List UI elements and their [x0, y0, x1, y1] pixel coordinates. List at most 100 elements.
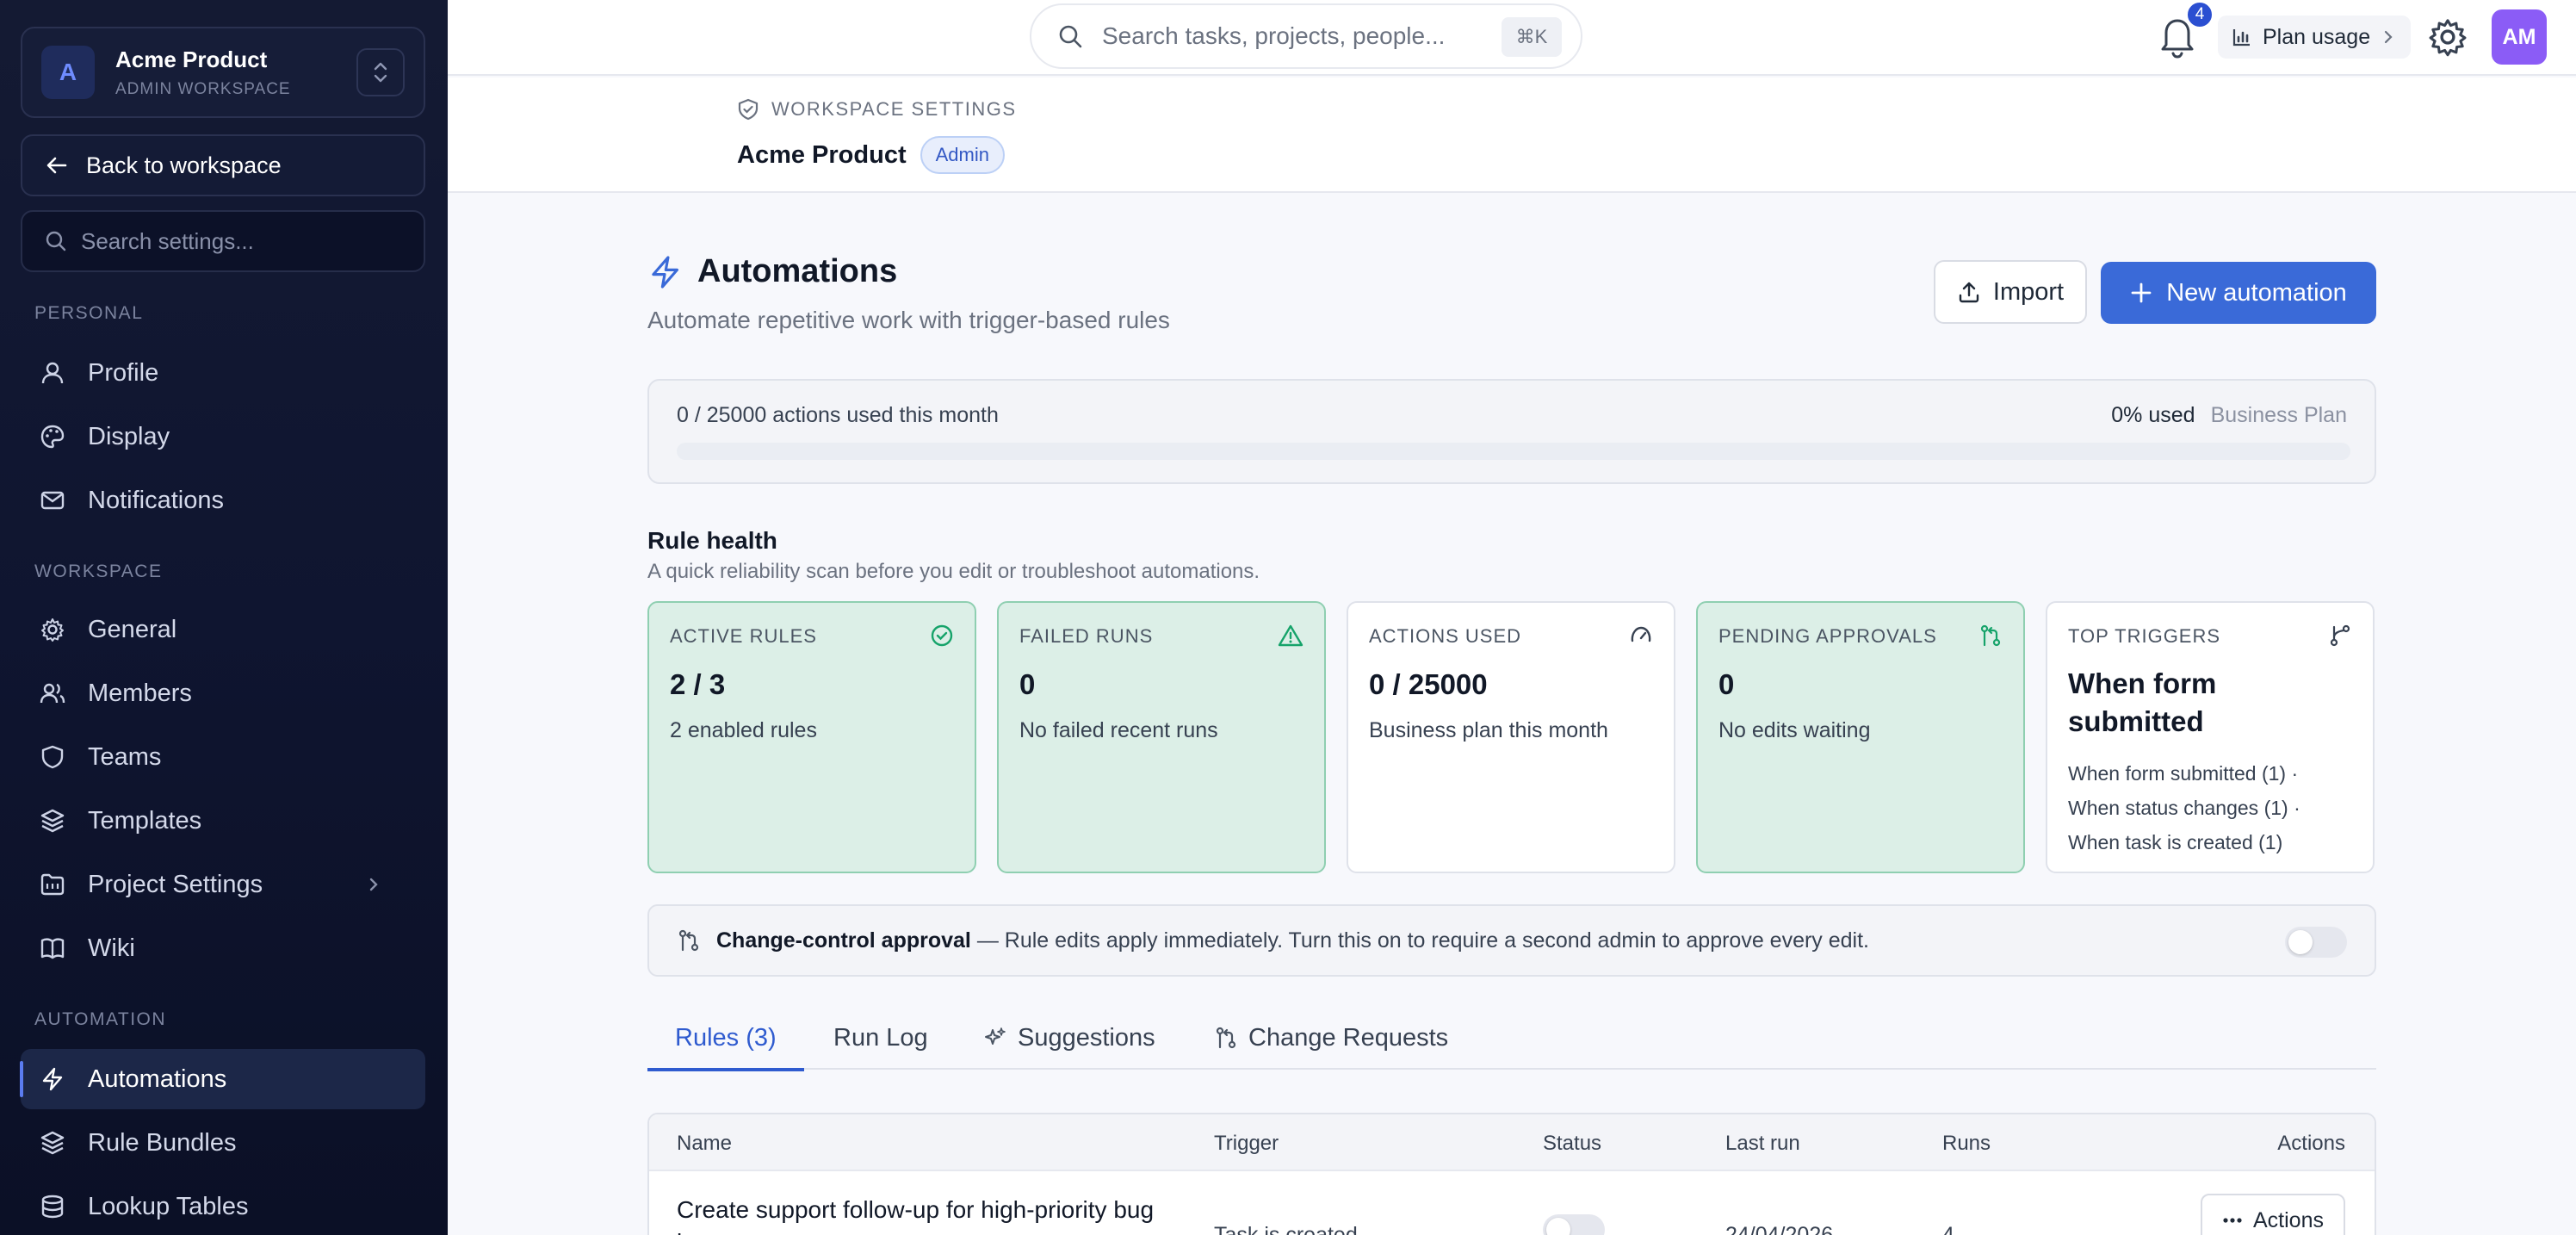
rule-status-toggle[interactable]: [1543, 1214, 1605, 1235]
upload-icon: [1959, 282, 1979, 303]
table-header: Name Trigger Status Last run Runs Action…: [649, 1114, 2375, 1171]
sidebar-item-members[interactable]: Members: [21, 663, 425, 723]
rule-runs: 4: [1942, 1223, 1954, 1235]
page-workspace-title: Acme Product Admin: [737, 136, 1005, 174]
role-badge: Admin: [920, 136, 1005, 174]
folder-settings-icon: [40, 873, 65, 896]
chevron-right-icon: [369, 878, 378, 891]
tab-change-requests[interactable]: Change Requests: [1214, 1006, 1448, 1070]
import-button[interactable]: Import: [1934, 260, 2087, 324]
rule-last-run: 24/04/2026: [1725, 1223, 1834, 1235]
sidebar-item-notifications[interactable]: Notifications: [21, 470, 425, 531]
sidebar-item-teams[interactable]: Teams: [21, 727, 425, 787]
user-icon: [41, 362, 64, 384]
sidebar-item-project-settings[interactable]: Project Settings: [21, 854, 425, 915]
sidebar-item-label: Lookup Tables: [88, 1192, 249, 1220]
stat-desc: 2 enabled rules: [670, 718, 817, 742]
column-header-trigger[interactable]: Trigger: [1214, 1132, 1279, 1156]
user-avatar[interactable]: AM: [2492, 9, 2547, 65]
rule-health-title: Rule health: [647, 527, 777, 554]
zap-icon: [652, 255, 679, 289]
change-control-banner: Change-control approval — Rule edits app…: [647, 904, 2376, 977]
sidebar-item-display[interactable]: Display: [21, 406, 425, 467]
git-pull-request-icon: [1216, 1027, 1236, 1049]
tab-run-log[interactable]: Run Log: [833, 1006, 928, 1070]
sidebar-item-label: Teams: [88, 742, 162, 771]
tab-label: Change Requests: [1248, 1023, 1449, 1052]
stat-value: 0: [1718, 668, 1735, 700]
global-search-input[interactable]: Search tasks, projects, people... ⌘K: [1030, 3, 1582, 69]
rule-trigger: Task is created: [1214, 1223, 1358, 1235]
plan-usage-button[interactable]: Plan usage: [2218, 16, 2411, 59]
sidebar-item-automations[interactable]: Automations: [20, 1049, 425, 1109]
tab-suggestions[interactable]: Suggestions: [983, 1006, 1155, 1070]
section-label-personal: PERSONAL: [34, 303, 144, 323]
git-branch-icon: [2330, 624, 2350, 647]
bar-chart-icon: [2232, 29, 2250, 47]
stat-card-pending-approvals: PENDING APPROVALS 0 No edits waiting: [1696, 601, 2025, 873]
palette-icon: [40, 425, 65, 449]
sidebar-item-wiki[interactable]: Wiki: [21, 918, 425, 978]
usage-plan: Business Plan: [2210, 403, 2347, 427]
book-icon: [40, 938, 65, 959]
back-label: Back to workspace: [86, 152, 282, 178]
plus-icon: [2131, 282, 2152, 303]
tab-label: Suggestions: [1018, 1023, 1155, 1052]
stat-value: When form submitted: [2068, 667, 2217, 737]
gauge-icon: [1631, 626, 1651, 642]
tab-rules[interactable]: Rules (3): [647, 1006, 804, 1071]
sidebar-item-label: Rule Bundles: [88, 1128, 237, 1157]
sidebar-item-rule-bundles[interactable]: Rule Bundles: [21, 1113, 425, 1173]
stat-card-active-rules: ACTIVE RULES 2 / 3 2 enabled rules: [647, 601, 976, 873]
page-subtitle: Automate repetitive work with trigger-ba…: [647, 307, 1170, 333]
settings-search-placeholder: Search settings...: [81, 227, 254, 254]
git-pull-request-icon: [678, 929, 699, 952]
new-automation-label: New automation: [2166, 278, 2347, 307]
table-row[interactable]: Create support follow-up for high-priori…: [649, 1171, 2375, 1235]
column-header-runs[interactable]: Runs: [1942, 1132, 1991, 1156]
usage-percent: 0% used: [2111, 403, 2195, 427]
sidebar-item-general[interactable]: General: [21, 599, 425, 660]
page-title-text: Automations: [697, 253, 898, 289]
search-icon: [46, 231, 66, 251]
page-title: Automations: [647, 253, 897, 290]
tabs: Rules (3) Run Log Suggestions Change Req…: [647, 1006, 2376, 1071]
top-bar: Search tasks, projects, people... ⌘K 4 P…: [448, 0, 2576, 76]
rule-name[interactable]: Create support follow-up for high-priori…: [677, 1194, 1159, 1235]
chevrons-up-down-icon[interactable]: [356, 48, 405, 96]
stat-value: 2 / 3: [670, 668, 726, 700]
sidebar-item-label: Automations: [88, 1064, 227, 1093]
database-icon: [41, 1195, 64, 1219]
layers-icon: [40, 809, 65, 833]
usage-text: 0 / 25000 actions used this month: [677, 403, 999, 427]
stat-desc: Business plan this month: [1369, 718, 1608, 742]
settings-search-input[interactable]: Search settings...: [21, 210, 425, 272]
sidebar-item-label: Project Settings: [88, 870, 263, 898]
workspace-subtitle: ADMIN WORKSPACE: [115, 79, 291, 98]
sidebar-item-label: Display: [88, 422, 170, 450]
workspace-switcher[interactable]: A Acme Product ADMIN WORKSPACE: [21, 27, 425, 118]
search-icon: [1059, 25, 1082, 48]
sidebar-item-lookup-tables[interactable]: Lookup Tables: [21, 1176, 425, 1235]
sidebar-item-templates[interactable]: Templates: [21, 791, 425, 851]
column-header-actions: Actions: [2277, 1132, 2345, 1155]
sidebar-item-profile[interactable]: Profile: [21, 343, 425, 403]
users-icon: [40, 683, 65, 704]
change-control-toggle[interactable]: [2285, 927, 2347, 958]
row-actions-button[interactable]: Actions: [2201, 1194, 2345, 1235]
back-to-workspace-button[interactable]: Back to workspace: [21, 134, 425, 196]
column-header-name[interactable]: Name: [677, 1132, 732, 1156]
new-automation-button[interactable]: New automation: [2101, 262, 2376, 324]
sidebar-item-label: Templates: [88, 806, 202, 835]
zap-icon: [42, 1067, 63, 1091]
layers-icon: [40, 1131, 65, 1155]
change-control-text: — Rule edits apply immediately. Turn thi…: [970, 928, 1870, 953]
more-horizontal-icon: [2223, 1218, 2242, 1223]
stat-label: ACTIONS USED: [1369, 625, 1522, 647]
settings-gear-icon[interactable]: [2428, 17, 2468, 61]
sidebar: A Acme Product ADMIN WORKSPACE Back to w…: [0, 0, 448, 1235]
tab-label: Rules (3): [675, 1023, 777, 1052]
column-header-last-run[interactable]: Last run: [1725, 1132, 1800, 1156]
column-header-status[interactable]: Status: [1543, 1132, 1601, 1156]
stat-desc: No edits waiting: [1718, 718, 1871, 742]
